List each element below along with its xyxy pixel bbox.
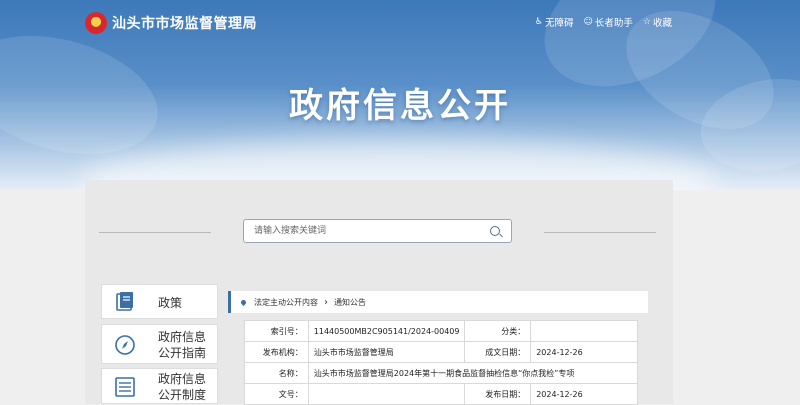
- publisher-value: 汕头市市场监督管理局: [307, 341, 466, 363]
- search-icon[interactable]: [490, 226, 500, 236]
- sidebar-item-guide[interactable]: 政府信息公开指南: [101, 324, 218, 364]
- created-date-label: 成文日期：: [464, 341, 532, 363]
- search-divider-right: [544, 232, 656, 233]
- category-label: 分类：: [464, 320, 532, 342]
- accessibility-link[interactable]: ♿ 无障碍: [535, 15, 574, 29]
- document-info-table: 索引号： 11440500MB2C905141/2024-00409 分类： 发…: [244, 320, 639, 405]
- index-label: 索引号：: [244, 320, 309, 342]
- created-date-value: 2024-12-26: [530, 341, 638, 363]
- sidebar-item-label: 政策: [158, 296, 183, 310]
- search-input[interactable]: [252, 225, 486, 237]
- bookmark-icon: ☆: [642, 17, 651, 27]
- national-emblem-logo[interactable]: [85, 12, 107, 34]
- list-doc-icon: [115, 377, 135, 397]
- sidebar-item-policy[interactable]: 政策: [101, 284, 218, 319]
- elder-assist-icon: ☺: [583, 17, 593, 27]
- location-pin-icon: [239, 298, 248, 306]
- sidebar-item-label: 政府信息公开指南: [158, 330, 207, 360]
- breadcrumb: 法定主动公开内容 › 通知公告: [228, 291, 648, 313]
- accessibility-icon: ♿: [534, 17, 543, 27]
- doc-number-label: 文号：: [244, 383, 309, 405]
- bookmark-link[interactable]: ☆ 收藏: [643, 15, 672, 29]
- breadcrumb-link-disclosure[interactable]: 法定主动公开内容: [254, 297, 318, 308]
- search-divider-left: [99, 232, 211, 233]
- table-row: 名称： 汕头市市场监督管理局2024年第十一期食品监督抽检信息“你点我检”专项: [244, 362, 639, 384]
- publisher-label: 发布机构：: [244, 341, 309, 363]
- doc-number-value: [307, 383, 466, 405]
- title-label: 名称：: [244, 362, 309, 384]
- elder-assist-label: 长者助手: [594, 18, 633, 29]
- published-date-label: 发布日期：: [464, 383, 532, 405]
- category-value: [530, 320, 638, 342]
- site-name[interactable]: 汕头市市场监督管理局: [112, 13, 257, 33]
- policy-book-icon: [116, 292, 133, 311]
- sidebar-item-label: 政府信息公开制度: [158, 372, 207, 402]
- table-row: 发布机构： 汕头市市场监督管理局 成文日期： 2024-12-26: [244, 341, 638, 363]
- compass-icon: [115, 335, 135, 355]
- accessibility-label: 无障碍: [544, 18, 574, 29]
- table-row: 文号： 发布日期： 2024-12-26: [244, 383, 638, 405]
- index-value: 11440500MB2C905141/2024-00409: [307, 320, 466, 342]
- elder-assist-link[interactable]: ☺ 长者助手: [584, 15, 633, 29]
- sidebar-item-system[interactable]: 政府信息公开制度: [101, 368, 218, 404]
- title-value: 汕头市市场监督管理局2024年第十一期食品监督抽检信息“你点我检”专项: [307, 362, 639, 384]
- published-date-value: 2024-12-26: [530, 383, 638, 405]
- breadcrumb-link-notices[interactable]: 通知公告: [334, 297, 366, 308]
- search-box: [243, 219, 512, 243]
- breadcrumb-separator: ›: [324, 296, 328, 308]
- table-row: 索引号： 11440500MB2C905141/2024-00409 分类：: [244, 320, 638, 342]
- bookmark-label: 收藏: [652, 18, 672, 29]
- top-links: ♿ 无障碍 ☺ 长者助手 ☆ 收藏: [535, 15, 672, 29]
- page-title: 政府信息公开: [289, 86, 511, 126]
